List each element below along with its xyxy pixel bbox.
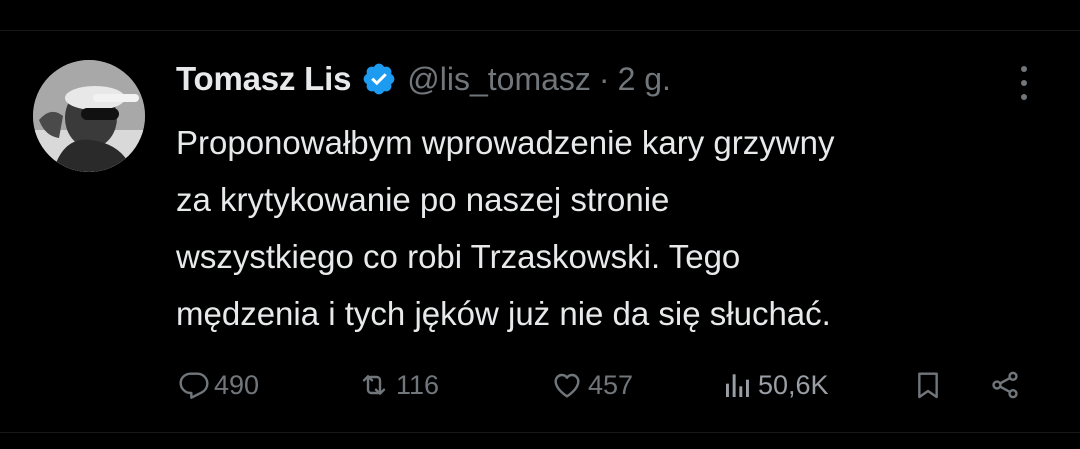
tweet-text-line: mędzenia i tych jęków już nie da się słu…	[176, 295, 831, 332]
separator-dot: ·	[598, 60, 610, 97]
reply-button[interactable]: 490	[178, 362, 259, 408]
views-chart-icon	[726, 374, 749, 397]
repost-icon	[362, 375, 386, 395]
top-divider	[0, 30, 1080, 31]
view-count: 50,6K	[758, 369, 829, 400]
tweet-header: Tomasz Lis @lis_tomasz · 2 g.	[176, 54, 671, 104]
tweet-actions-bar: 490 116 457 50,6K	[0, 362, 1080, 408]
more-options-icon[interactable]	[1010, 62, 1038, 104]
views-button[interactable]: 50,6K	[722, 362, 829, 408]
bookmark-button[interactable]	[912, 362, 944, 408]
share-icon	[992, 371, 1018, 399]
like-button[interactable]: 457	[550, 362, 633, 408]
repost-count: 116	[396, 369, 440, 400]
repost-button[interactable]: 116	[356, 362, 439, 408]
like-count: 457	[588, 369, 634, 400]
avatar-photo-icon	[33, 60, 145, 172]
author-display-name[interactable]: Tomasz Lis	[176, 60, 351, 98]
tweet-card[interactable]: Tomasz Lis @lis_tomasz · 2 g. Proponował…	[0, 0, 1080, 449]
share-button[interactable]	[988, 362, 1022, 408]
reply-icon	[179, 372, 209, 399]
tweet-text-line: za krytykowanie po naszej stronie	[176, 181, 670, 218]
tweet-timestamp[interactable]: 2 g.	[618, 61, 671, 98]
tweet-text-line: Proponowałbym wprowadzenie kary grzywny	[176, 124, 835, 161]
avatar[interactable]	[33, 60, 145, 172]
tweet-text: Proponowałbym wprowadzenie kary grzywny …	[176, 114, 1056, 342]
author-handle[interactable]: @lis_tomasz	[407, 61, 591, 98]
tweet-text-line: wszystkiego co robi Trzaskowski. Tego	[176, 238, 741, 275]
reply-count: 490	[214, 369, 260, 400]
bottom-divider	[0, 432, 1080, 433]
bookmark-icon	[918, 372, 938, 399]
heart-icon	[554, 373, 580, 398]
verified-badge-icon[interactable]	[361, 61, 397, 97]
